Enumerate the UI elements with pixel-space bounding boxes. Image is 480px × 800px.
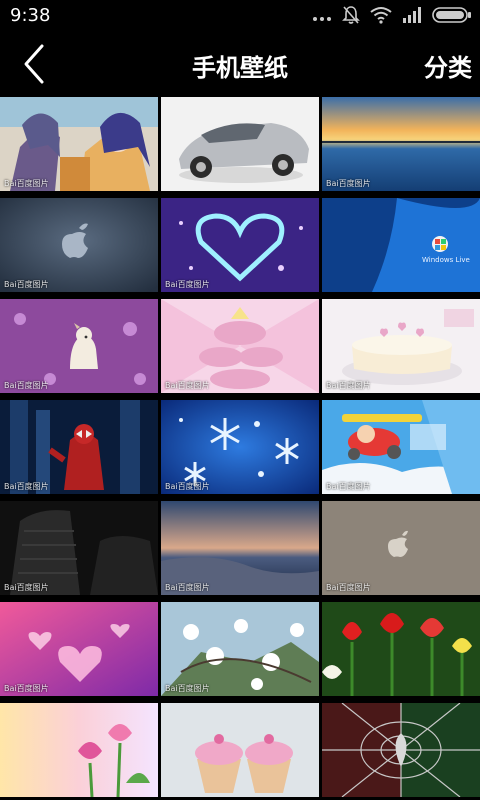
back-button[interactable]	[16, 42, 56, 86]
more-dots-icon	[312, 8, 332, 27]
wallpaper-thumb[interactable]: Bai百度图片	[0, 198, 158, 292]
watermark: Bai百度图片	[4, 583, 49, 592]
status-time: 9:38	[10, 5, 51, 26]
watermark: Bai百度图片	[165, 583, 210, 592]
wallpaper-thumb[interactable]: Bai百度图片	[0, 501, 158, 595]
wallpaper-thumb[interactable]: Bai百度图片	[0, 299, 158, 393]
wallpaper-thumb[interactable]: Bai百度图片	[322, 400, 480, 494]
category-button[interactable]: 分类	[424, 48, 472, 83]
battery-icon	[432, 7, 472, 27]
wallpaper-thumb[interactable]	[322, 602, 480, 696]
wallpaper-thumb[interactable]: Bai百度图片	[0, 97, 158, 191]
watermark: Bai百度图片	[326, 179, 371, 188]
wallpaper-thumb[interactable]: Windows Live	[322, 198, 480, 292]
watermark: Bai百度图片	[4, 280, 49, 289]
wifi-icon	[370, 6, 392, 28]
wallpaper-thumb[interactable]	[0, 703, 158, 797]
wallpaper-thumb[interactable]	[161, 97, 319, 191]
watermark: Bai百度图片	[165, 482, 210, 491]
wallpaper-thumb[interactable]: Bai百度图片	[322, 299, 480, 393]
watermark: Bai百度图片	[326, 482, 371, 491]
wallpaper-thumb[interactable]: Bai百度图片	[161, 602, 319, 696]
nav-bar: 手机壁纸 分类	[0, 34, 480, 96]
wallpaper-thumb[interactable]	[161, 703, 319, 797]
status-icons	[312, 6, 472, 28]
watermark: Bai百度图片	[326, 583, 371, 592]
signal-icon	[402, 7, 422, 27]
chevron-left-icon	[16, 44, 56, 90]
watermark: Bai百度图片	[4, 482, 49, 491]
watermark: Bai百度图片	[326, 381, 371, 390]
watermark: Bai百度图片	[4, 381, 49, 390]
mute-bell-icon	[342, 5, 360, 29]
watermark: Bai百度图片	[4, 684, 49, 693]
watermark: Bai百度图片	[4, 179, 49, 188]
wallpaper-thumb[interactable]: Bai百度图片	[322, 501, 480, 595]
wallpaper-thumb[interactable]: Bai百度图片	[161, 299, 319, 393]
watermark: Bai百度图片	[165, 381, 210, 390]
status-bar: 9:38	[0, 0, 480, 34]
wallpaper-thumb[interactable]: Bai百度图片	[161, 501, 319, 595]
wallpaper-thumb[interactable]: Bai百度图片	[161, 400, 319, 494]
watermark: Bai百度图片	[165, 684, 210, 693]
watermark: Bai百度图片	[165, 280, 210, 289]
wallpaper-thumb[interactable]: Bai百度图片	[0, 602, 158, 696]
wallpaper-thumb[interactable]: Bai百度图片	[0, 400, 158, 494]
wallpaper-thumb[interactable]	[322, 703, 480, 797]
wallpaper-thumb[interactable]: Bai百度图片	[322, 97, 480, 191]
wallpaper-thumb[interactable]: Bai百度图片	[161, 198, 319, 292]
windows-live-caption: Windows Live	[422, 256, 470, 264]
page-title: 手机壁纸	[192, 54, 288, 82]
